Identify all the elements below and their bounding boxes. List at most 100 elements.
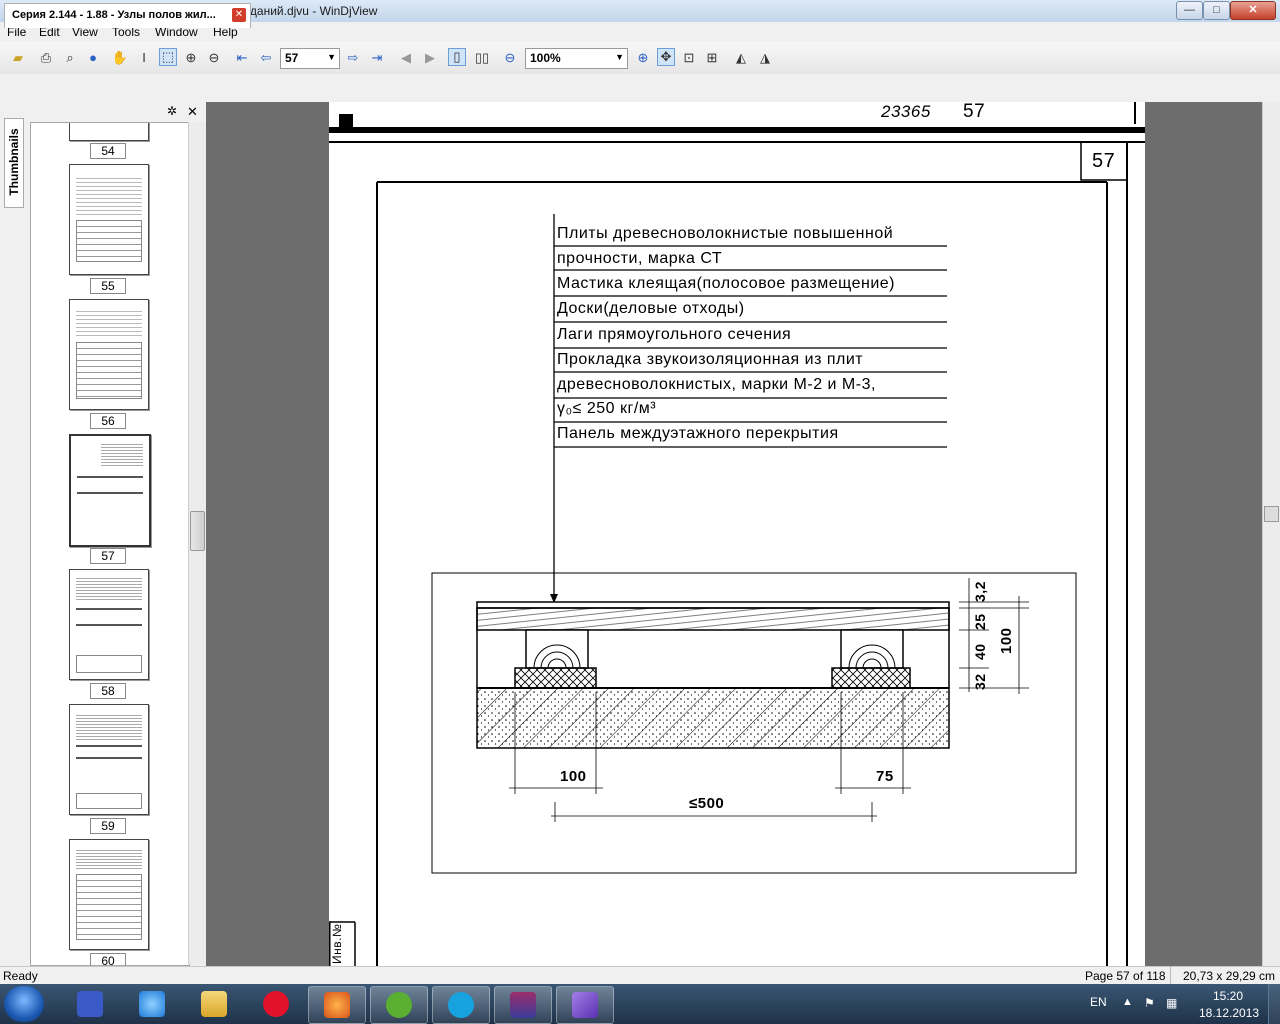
last-page-icon[interactable]: ⇥ — [368, 49, 386, 67]
dim-fiberboard: 3,2 — [972, 581, 988, 602]
chevron-down-icon[interactable]: ▼ — [327, 52, 336, 62]
dim-spacing: ≤500 — [689, 795, 725, 812]
first-page-icon[interactable]: ⇤ — [233, 49, 251, 67]
clock-time[interactable]: 15:20 — [1213, 989, 1243, 1003]
text-select-icon[interactable]: I — [135, 49, 153, 67]
language-indicator[interactable]: EN — [1090, 995, 1107, 1009]
actual-size-icon[interactable]: ⊞ — [703, 49, 721, 67]
taskbar-explorer[interactable] — [186, 986, 242, 1022]
taskbar-skype[interactable] — [432, 986, 490, 1024]
close-window-button[interactable]: ✕ — [1230, 1, 1276, 20]
close-sidebar-icon[interactable]: ✕ — [187, 104, 198, 120]
tab-thumbnails[interactable]: Thumbnails — [4, 118, 24, 208]
status-page-size: 20,73 x 29,29 cm — [1183, 969, 1276, 983]
dim-joist: 40 — [972, 643, 988, 660]
sidebar-tab-strip — [0, 102, 27, 966]
page-number: 57 — [1092, 150, 1116, 172]
legend-line-2: прочности, марка СТ — [557, 250, 723, 267]
fit-page-icon[interactable]: ✥ — [657, 48, 675, 66]
legend-line-3: Мастика клеящая(полосовое размещение) — [557, 275, 895, 292]
status-page-info: Page 57 of 118 — [1085, 969, 1166, 983]
document-tab[interactable]: Серия 2.144 - 1.88 - Узлы полов жил... ✕ — [4, 3, 251, 28]
thumbnail-number: 54 — [90, 143, 126, 159]
legend-line-9: Панель междуэтажного перекрытия — [557, 425, 839, 442]
thumbnail-list[interactable]: 54 55 56 57 58 59 60 — [30, 122, 190, 966]
page-number-input[interactable]: 57 ▼ — [280, 48, 340, 69]
back-icon[interactable]: ◀ — [397, 49, 415, 67]
clock-date[interactable]: 18.12.2013 — [1199, 1006, 1259, 1020]
dim-boards: 25 — [972, 613, 988, 630]
thumbnail-page-56[interactable] — [69, 299, 149, 410]
gear-icon[interactable]: ✲ — [167, 104, 177, 118]
thumbnail-page-55[interactable] — [69, 164, 149, 275]
single-page-icon[interactable]: ▯ — [448, 48, 466, 66]
folder-icon — [201, 991, 227, 1017]
thumbnail-page-59[interactable] — [69, 704, 149, 815]
rect-select-icon[interactable]: ⬚ — [159, 48, 177, 66]
zoom-in-icon[interactable]: ⊕ — [634, 49, 652, 67]
thumbnail-number: 58 — [90, 683, 126, 699]
taskbar-ie[interactable] — [124, 986, 180, 1022]
legend-line-5: Лаги прямоугольного сечения — [557, 326, 792, 343]
legend-line-4: Доски(деловые отходы) — [557, 300, 745, 317]
document-scroll-thumb[interactable] — [1264, 506, 1279, 522]
ie-icon — [139, 991, 165, 1017]
open-folder-icon[interactable]: ▰ — [9, 49, 27, 67]
taskbar-save-app[interactable] — [62, 986, 118, 1022]
thumbnail-number: 56 — [90, 413, 126, 429]
dim-pad: 32 — [972, 673, 988, 690]
thumbnail-page-54[interactable] — [69, 123, 149, 141]
next-page-icon[interactable]: ⇨ — [344, 49, 362, 67]
hand-tool-icon[interactable]: ✋ — [111, 49, 129, 67]
zoom-in-tool-icon[interactable]: ⊕ — [182, 49, 200, 67]
fit-width-icon[interactable]: ⊡ — [680, 49, 698, 67]
previous-page-icon[interactable]: ⇦ — [257, 49, 275, 67]
windjview-icon — [572, 992, 598, 1018]
side-stamp: Инв.№ — [330, 923, 344, 964]
taskbar-opera[interactable] — [248, 986, 304, 1022]
thumbnail-number: 59 — [90, 818, 126, 834]
zoom-select[interactable]: 100% ▼ — [525, 48, 628, 69]
joist-right — [840, 629, 904, 669]
network-icon[interactable]: ▦ — [1166, 996, 1177, 1010]
dim-total: 100 — [998, 627, 1015, 654]
document-page[interactable]: 23365 57 57 Плиты древесноволокнистые по… — [329, 102, 1145, 966]
minimize-button[interactable]: — — [1176, 1, 1203, 20]
dim-left-width: 100 — [560, 768, 587, 785]
legend-line-1: Плиты древесноволокнистые повышенной — [557, 225, 894, 242]
skype-icon — [448, 992, 474, 1018]
close-tab-icon[interactable]: ✕ — [232, 8, 246, 22]
maximize-button[interactable]: □ — [1203, 1, 1230, 20]
start-button[interactable] — [4, 986, 44, 1022]
zoom-out-tool-icon[interactable]: ⊖ — [205, 49, 223, 67]
rotate-left-icon[interactable]: ◭ — [732, 49, 750, 67]
dim-right-width: 75 — [876, 768, 894, 785]
show-desktop-button[interactable] — [1268, 984, 1280, 1024]
rotate-right-icon[interactable]: ◮ — [756, 49, 774, 67]
taskbar-utorrent[interactable] — [370, 986, 428, 1024]
thumbnail-page-58[interactable] — [69, 569, 149, 680]
print-icon[interactable]: ⎙ — [37, 49, 55, 67]
boards-layer — [476, 607, 950, 631]
insulation-pad-left — [514, 667, 597, 689]
taskbar-firefox[interactable] — [308, 986, 366, 1024]
status-text: Ready — [3, 969, 38, 983]
action-center-icon[interactable]: ⚑ — [1144, 996, 1155, 1010]
legend-line-8: γ₀≤ 250 кг/м³ — [557, 400, 657, 417]
thumbnail-page-57[interactable] — [69, 434, 151, 547]
taskbar-windjview[interactable] — [556, 986, 614, 1024]
document-scrollbar[interactable] — [1262, 102, 1280, 966]
find-icon[interactable]: ⌕ — [61, 49, 79, 67]
utorrent-icon — [386, 992, 412, 1018]
tray-arrow-icon[interactable]: ▲ — [1122, 996, 1133, 1008]
facing-pages-icon[interactable]: ▯▯ — [473, 49, 491, 67]
header-page-number: 57 — [963, 102, 986, 122]
thumbnail-scroll-thumb[interactable] — [190, 511, 205, 551]
insulation-pad-right — [831, 667, 911, 689]
taskbar-winrar[interactable] — [494, 986, 552, 1024]
forward-icon[interactable]: ▶ — [421, 49, 439, 67]
chevron-down-icon[interactable]: ▼ — [615, 52, 624, 62]
info-icon[interactable]: ● — [84, 49, 102, 67]
zoom-out-icon[interactable]: ⊖ — [501, 49, 519, 67]
thumbnail-page-60[interactable] — [69, 839, 149, 950]
